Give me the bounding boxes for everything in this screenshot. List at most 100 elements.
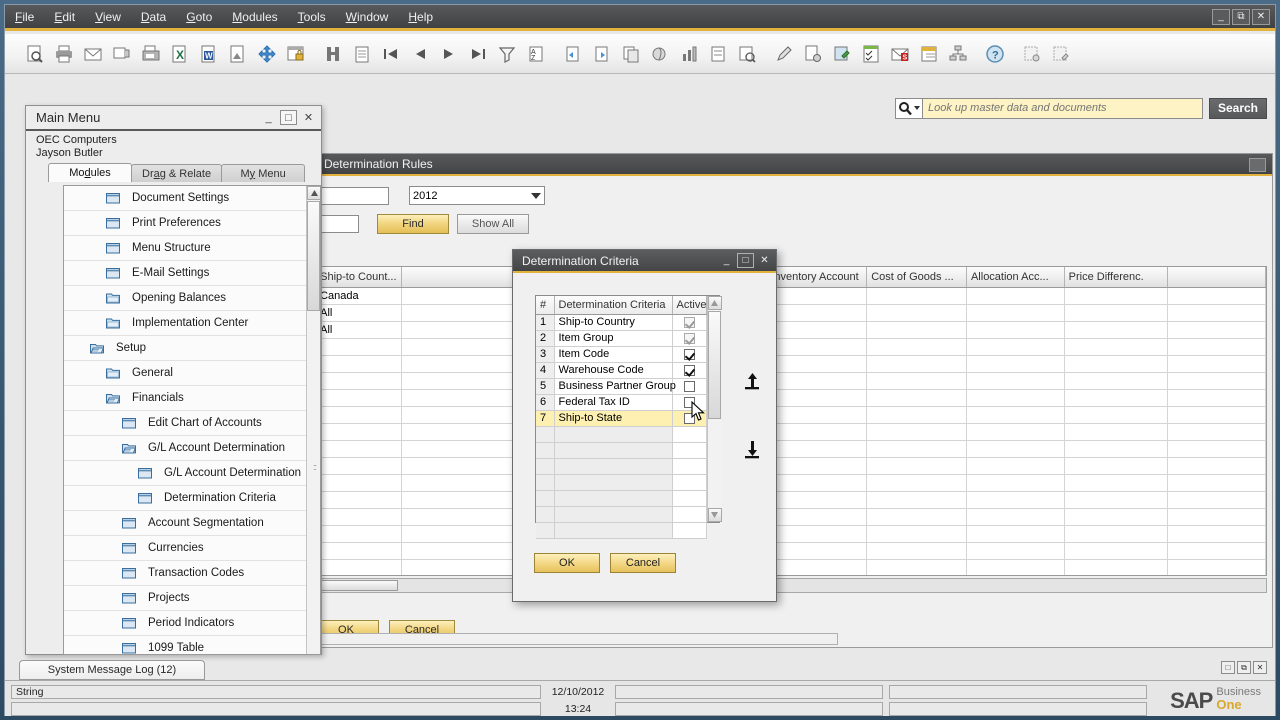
grid-col-cost-of-goods[interactable]: Cost of Goods ... bbox=[866, 267, 967, 288]
criteria-row-label[interactable]: Business Partner Group bbox=[554, 378, 676, 395]
show-all-button[interactable]: Show All bbox=[457, 214, 529, 234]
calendar-icon[interactable] bbox=[915, 40, 942, 67]
cell-allocation-account[interactable] bbox=[966, 304, 1065, 322]
menu-modules[interactable]: Modules bbox=[223, 7, 286, 27]
fiscal-year-select[interactable]: 2012 bbox=[409, 186, 545, 205]
modules-tree-scrollbar[interactable] bbox=[306, 186, 320, 654]
first-record-icon[interactable] bbox=[377, 40, 404, 67]
minimize-icon[interactable]: _ bbox=[1212, 8, 1230, 25]
resize-grip-icon[interactable]: :: bbox=[313, 462, 317, 472]
gross-profit-icon[interactable] bbox=[675, 40, 702, 67]
criteria-active-checkbox[interactable] bbox=[683, 348, 695, 360]
tree-item-edit-chart-of-accounts[interactable]: Edit Chart of Accounts bbox=[64, 411, 320, 436]
copy-icon[interactable] bbox=[646, 40, 673, 67]
inner-minimize-icon[interactable]: □ bbox=[1221, 661, 1235, 674]
criteria-active-cell[interactable] bbox=[672, 314, 707, 331]
menu-tools[interactable]: Tools bbox=[289, 7, 335, 27]
menu-data[interactable]: Data bbox=[132, 7, 175, 27]
add-record-icon[interactable] bbox=[348, 40, 375, 67]
criteria-scroll-thumb[interactable] bbox=[707, 311, 721, 419]
criteria-row-label[interactable]: Ship-to State bbox=[554, 410, 673, 427]
tree-item-e-mail-settings[interactable]: E-Mail Settings bbox=[64, 261, 320, 286]
cell-price-difference[interactable] bbox=[1064, 304, 1169, 322]
criteria-active-checkbox[interactable] bbox=[683, 364, 695, 376]
dialog-restore-icon[interactable]: □ bbox=[737, 253, 754, 268]
search-icon[interactable] bbox=[894, 97, 923, 119]
menu-edit[interactable]: Edit bbox=[45, 7, 84, 27]
cell-cost-of-goods[interactable] bbox=[866, 287, 967, 305]
cell-inventory-account[interactable] bbox=[766, 304, 868, 322]
sort-icon[interactable]: AZ bbox=[522, 40, 549, 67]
move-up-button[interactable] bbox=[741, 369, 763, 391]
search-button[interactable]: Search bbox=[1208, 97, 1267, 119]
tab-drag-relate[interactable]: Drag & Relate bbox=[131, 164, 223, 182]
modules-tree[interactable]: Document Settings Print Preferences Menu S… bbox=[63, 185, 321, 655]
menu-help[interactable]: Help bbox=[399, 7, 442, 27]
volume-weight-icon[interactable] bbox=[704, 40, 731, 67]
criteria-row[interactable]: 4 Warehouse Code bbox=[536, 362, 707, 379]
criteria-row[interactable]: 7 Ship-to State bbox=[536, 410, 707, 427]
tree-item-1099-table[interactable]: 1099 Table bbox=[64, 636, 320, 654]
criteria-row[interactable]: 2 Item Group bbox=[536, 330, 707, 347]
tree-item-setup[interactable]: Setup bbox=[64, 336, 320, 361]
criteria-active-checkbox[interactable] bbox=[683, 380, 695, 392]
cell-price-difference[interactable] bbox=[1064, 287, 1169, 305]
scroll-up-icon[interactable] bbox=[307, 186, 320, 200]
criteria-row-label[interactable]: Item Group bbox=[554, 330, 673, 347]
print-preview-icon[interactable] bbox=[21, 40, 48, 67]
tree-item-currencies[interactable]: Currencies bbox=[64, 536, 320, 561]
cell-allocation-account[interactable] bbox=[966, 287, 1065, 305]
fax-icon[interactable] bbox=[137, 40, 164, 67]
criteria-row[interactable]: 5 Business Partner Group bbox=[536, 378, 707, 395]
previous-record-icon[interactable] bbox=[406, 40, 433, 67]
menu-view[interactable]: View bbox=[86, 7, 130, 27]
filter-icon[interactable] bbox=[493, 40, 520, 67]
close-icon[interactable]: ✕ bbox=[1252, 8, 1270, 25]
cell-ship-to-country[interactable]: Canada bbox=[315, 287, 402, 305]
sms-icon[interactable] bbox=[108, 40, 135, 67]
criteria-row[interactable]: 6 Federal Tax ID bbox=[536, 394, 707, 411]
export-to-pdf-icon[interactable] bbox=[224, 40, 251, 67]
messages-icon[interactable] bbox=[857, 40, 884, 67]
grid-col-ship-to-country[interactable]: Ship-to Count... bbox=[315, 267, 402, 288]
tree-item-period-indicators[interactable]: Period Indicators bbox=[64, 611, 320, 636]
email-icon[interactable] bbox=[79, 40, 106, 67]
criteria-active-cell[interactable] bbox=[672, 330, 707, 347]
criteria-table-container[interactable]: # Determination Criteria Active 1 Ship-to… bbox=[535, 295, 722, 539]
menu-file[interactable]: FFileile bbox=[6, 7, 43, 27]
dialog-minimize-icon[interactable]: _ bbox=[718, 253, 735, 268]
cell-cost-of-goods[interactable] bbox=[866, 304, 967, 322]
criteria-col-name[interactable]: Determination Criteria bbox=[554, 296, 673, 315]
form-settings-icon[interactable] bbox=[828, 40, 855, 67]
criteria-col-active[interactable]: Active bbox=[672, 296, 707, 315]
move-down-button[interactable] bbox=[741, 438, 763, 460]
lock-screen-icon[interactable] bbox=[282, 40, 309, 67]
menu-window[interactable]: Window bbox=[337, 7, 398, 27]
restore-icon[interactable]: ⧉ bbox=[1232, 8, 1250, 25]
tree-scroll-thumb[interactable] bbox=[307, 201, 320, 311]
find-icon[interactable] bbox=[319, 40, 346, 67]
cell-ship-to-country[interactable]: All bbox=[315, 304, 402, 322]
tree-item-account-segmentation[interactable]: Account Segmentation bbox=[64, 511, 320, 536]
criteria-active-cell[interactable] bbox=[672, 410, 707, 427]
find-button[interactable]: Find bbox=[377, 214, 449, 234]
tree-item-implementation-center[interactable]: Implementation Center bbox=[64, 311, 320, 336]
cell-cost-of-goods[interactable] bbox=[866, 321, 967, 339]
criteria-active-cell[interactable] bbox=[672, 362, 707, 379]
main-menu-restore-icon[interactable]: □ bbox=[280, 110, 297, 125]
cell-ship-to-country[interactable]: All bbox=[315, 321, 402, 339]
edit-icon[interactable] bbox=[770, 40, 797, 67]
tree-item-g-l-account-determination[interactable]: G/L Account Determination bbox=[64, 436, 320, 461]
criteria-active-cell[interactable] bbox=[672, 394, 707, 411]
grid-col-allocation-account[interactable]: Allocation Acc... bbox=[966, 267, 1065, 288]
delete-row-icon[interactable] bbox=[588, 40, 615, 67]
main-menu-minimize-icon[interactable]: _ bbox=[260, 110, 277, 125]
criteria-active-checkbox[interactable] bbox=[683, 396, 695, 408]
criteria-row[interactable]: 3 Item Code bbox=[536, 346, 707, 363]
calendar-details-icon[interactable] bbox=[733, 40, 760, 67]
dialog-ok-button[interactable]: OK bbox=[534, 553, 600, 573]
alerts-icon[interactable]: S bbox=[886, 40, 913, 67]
dialog-cancel-button[interactable]: Cancel bbox=[610, 553, 676, 573]
tree-item-menu-structure[interactable]: Menu Structure bbox=[64, 236, 320, 261]
criteria-row-label[interactable]: Federal Tax ID bbox=[554, 394, 673, 411]
